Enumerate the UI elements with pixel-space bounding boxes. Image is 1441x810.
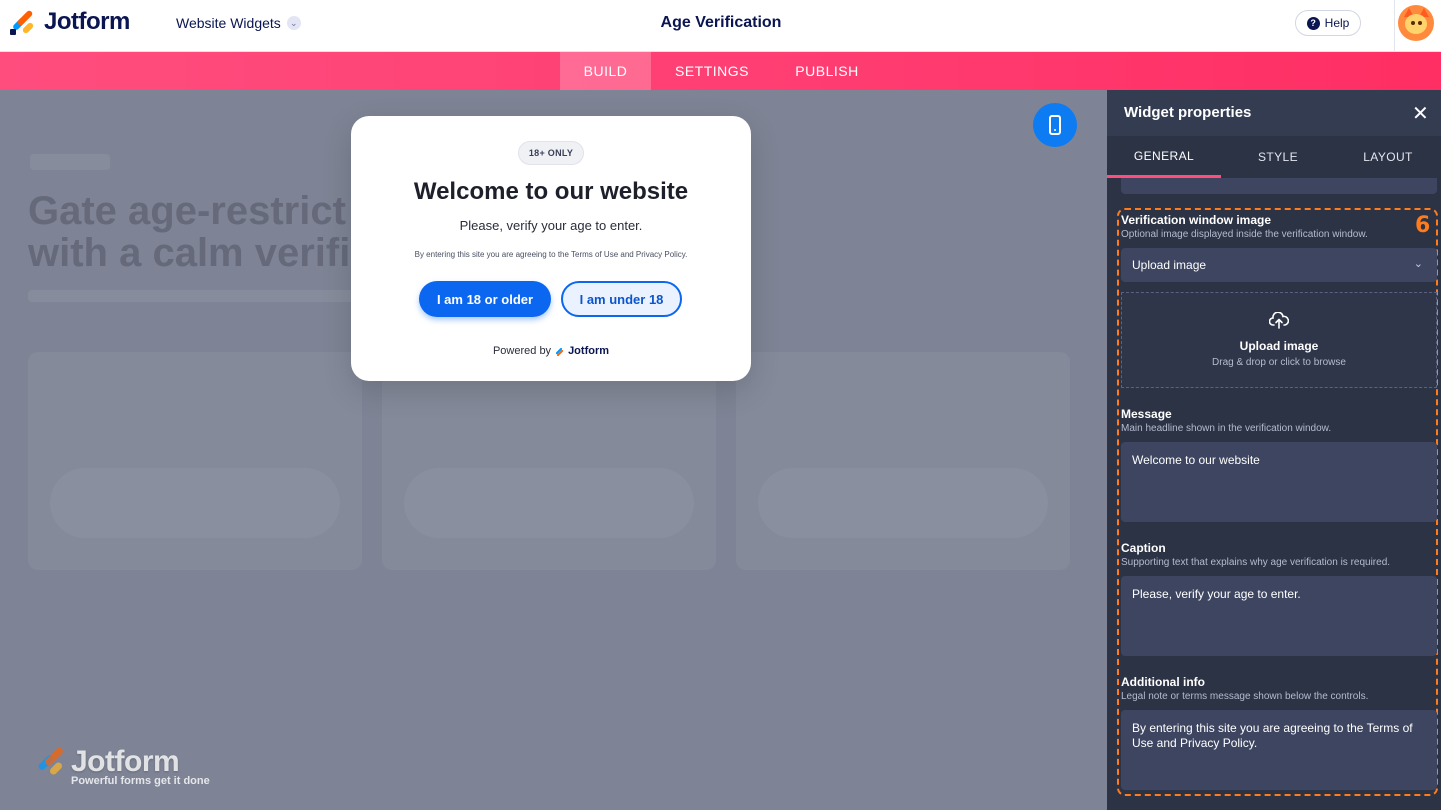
workspace-dropdown[interactable]: Website Widgets ⌄	[176, 15, 301, 31]
avatar[interactable]	[1398, 5, 1434, 41]
dropzone-subtitle: Drag & drop or click to browse	[1212, 357, 1346, 368]
background-card-button	[50, 468, 340, 538]
cloud-upload-icon	[1268, 311, 1290, 335]
watermark-tagline: Powerful forms get it done	[71, 775, 210, 787]
powered-prefix: Powered by	[492, 345, 552, 357]
background-heading: Gate age-restrict with a calm verifi	[28, 189, 351, 275]
chevron-down-icon: ⌄	[286, 16, 301, 30]
builder-nav: BUILD SETTINGS PUBLISH	[0, 52, 1441, 90]
panel-body: Verification window image Optional image…	[1107, 178, 1441, 810]
watermark-brand: Jotform	[71, 745, 180, 778]
mobile-preview-button[interactable]	[1033, 103, 1077, 147]
page-title: Age Verification	[660, 14, 782, 31]
tab-build[interactable]: BUILD	[560, 52, 651, 90]
caption-field-help: Supporting text that explains why age ve…	[1121, 557, 1391, 568]
modal-caption: Please, verify your age to enter.	[459, 218, 643, 233]
caption-field-label: Caption	[1121, 541, 1166, 555]
jotform-logo[interactable]: Jotform	[10, 8, 130, 36]
additional-info-label: Additional info	[1121, 675, 1205, 689]
background-card-button	[758, 468, 1048, 538]
close-icon[interactable]: ✕	[1412, 101, 1429, 126]
powered-by[interactable]: Powered by Jotform	[351, 345, 751, 357]
jotform-watermark-icon	[37, 746, 67, 777]
age-verification-modal: 18+ ONLY Welcome to our website Please, …	[351, 116, 751, 381]
tab-settings[interactable]: SETTINGS	[657, 52, 767, 90]
image-source-value: Upload image	[1132, 258, 1207, 272]
background-tag	[30, 154, 110, 170]
age-badge: 18+ ONLY	[518, 141, 584, 165]
tab-style[interactable]: STYLE	[1221, 136, 1335, 178]
question-icon: ?	[1306, 16, 1320, 30]
help-button[interactable]: ? Help	[1295, 10, 1361, 36]
panel-header: Widget properties ✕	[1107, 90, 1441, 136]
background-subtitle	[28, 290, 358, 302]
image-source-select[interactable]: Upload image ⌄	[1121, 248, 1437, 282]
jotform-mini-logo-icon	[555, 346, 564, 357]
brand-name: Jotform	[44, 8, 130, 35]
tab-layout[interactable]: LAYOUT	[1335, 136, 1441, 178]
avatar-container[interactable]	[1394, 0, 1441, 52]
caption-textarea[interactable]: Please, verify your age to enter.	[1121, 576, 1437, 656]
panel-title: Widget properties	[1124, 104, 1252, 121]
underage-button[interactable]: I am under 18	[561, 281, 682, 317]
dropzone-title: Upload image	[1239, 339, 1319, 353]
step-number-badge: 6	[1415, 213, 1431, 238]
tab-general[interactable]: GENERAL	[1107, 136, 1221, 178]
image-field-help: Optional image displayed inside the veri…	[1121, 229, 1368, 240]
image-field-label: Verification window image	[1121, 213, 1272, 227]
workspace-label: Website Widgets	[176, 15, 281, 31]
previous-field-stub	[1121, 178, 1437, 194]
tab-publish[interactable]: PUBLISH	[777, 52, 877, 90]
preview-canvas: Gate age-restrict with a calm verifi 18+…	[0, 90, 1107, 810]
image-dropzone[interactable]: Upload image Drag & drop or click to bro…	[1121, 292, 1437, 388]
widget-properties-panel: Widget properties ✕ GENERAL STYLE LAYOUT…	[1107, 90, 1441, 810]
additional-info-help: Legal note or terms message shown below …	[1121, 691, 1369, 702]
confirm-age-button[interactable]: I am 18 or older	[419, 281, 551, 317]
chevron-down-icon: ⌄	[1413, 258, 1423, 270]
phone-icon	[1049, 115, 1061, 135]
additional-info-textarea[interactable]: By entering this site you are agreeing t…	[1121, 710, 1437, 790]
panel-tabs: GENERAL STYLE LAYOUT	[1107, 136, 1441, 178]
modal-legal-text: By entering this site you are agreeing t…	[414, 250, 688, 259]
top-bar: Jotform Website Widgets ⌄ Age Verificati…	[0, 0, 1441, 52]
jotform-watermark: Jotform Powerful forms get it done	[37, 745, 210, 787]
help-label: Help	[1324, 16, 1350, 30]
background-card-button	[404, 468, 694, 538]
message-field-help: Main headline shown in the verification …	[1121, 423, 1332, 434]
jotform-logo-icon	[10, 9, 36, 35]
powered-brand: Jotform	[568, 345, 610, 357]
modal-title: Welcome to our website	[413, 178, 689, 205]
message-field-label: Message	[1121, 407, 1172, 421]
message-textarea[interactable]: Welcome to our website	[1121, 442, 1437, 522]
